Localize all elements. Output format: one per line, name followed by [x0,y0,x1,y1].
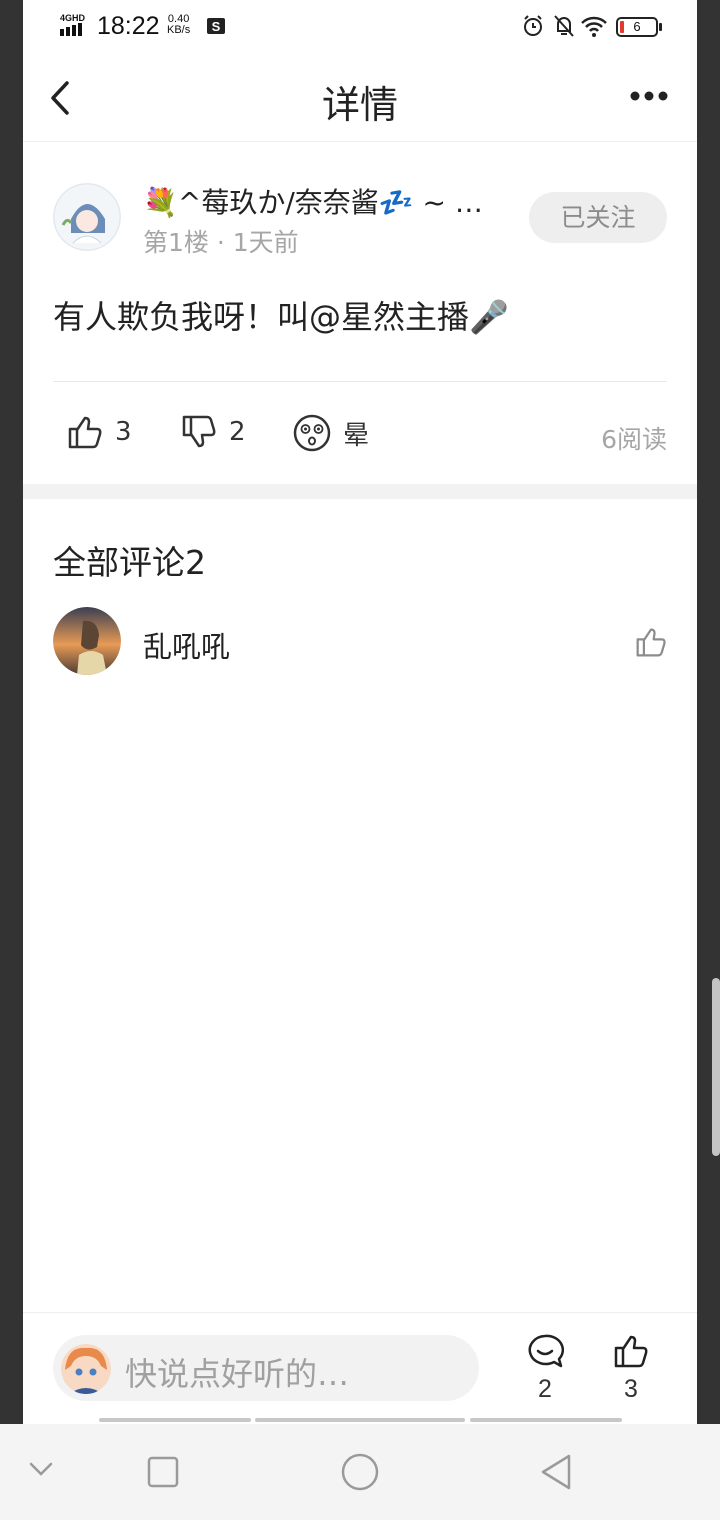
reaction-label: 晕 [343,420,370,451]
like-button[interactable]: 3 [67,414,132,450]
comments-count-button[interactable]: 2 [520,1333,570,1404]
more-options-icon[interactable] [629,90,669,102]
thumbs-up-icon [68,416,102,449]
bottom-like-button[interactable]: 3 [606,1333,656,1404]
dizzy-reaction-button[interactable]: 晕 [293,414,369,452]
battery-level-text: 6 [633,19,641,34]
status-bar: 4GHD 18:22 0.40 KB/s S 6 [23,0,697,54]
commenter-avatar-image [53,607,121,675]
bottom-comment-count: 2 [538,1375,552,1403]
tab-indicator [470,1418,622,1422]
follow-button[interactable]: 已关注 [529,192,667,243]
content-divider [53,381,667,382]
page-title: 详情 [321,83,398,127]
section-separator [23,484,697,499]
network-type-label: 4GHD [60,13,86,23]
bottom-bar: 快说点好听的… 2 3 [23,1312,697,1424]
commenter-name[interactable]: 乱吼吼 [143,624,230,666]
post-content: 有人欺负我呀！叫@星然主播🎤 [53,298,509,336]
back-triangle-icon[interactable] [538,1452,574,1492]
home-icon[interactable] [340,1452,380,1492]
network-speed: 0.40 KB/s [167,14,190,36]
thumbs-down-icon [182,415,216,448]
phone-screen: 4GHD 18:22 0.40 KB/s S 6 详情 💐^莓玖か/奈奈酱💤 ~… [23,0,697,1424]
dizzy-face-icon [293,414,331,452]
like-count: 3 [115,417,132,447]
speed-unit: KB/s [167,24,191,36]
dislike-button[interactable]: 2 [181,414,246,450]
author-avatar-image [53,183,121,251]
comment-input[interactable]: 快说点好听的… [53,1335,479,1401]
battery-indicator: 6 [616,17,662,37]
post-floor-time: 第1楼 · 1天前 [143,228,299,257]
chevron-down-icon[interactable] [28,1460,54,1478]
comment-input-placeholder: 快说点好听的… [125,1355,350,1393]
comment-like-icon[interactable] [635,626,667,658]
mute-bell-icon [554,15,574,37]
tab-indicator [99,1418,251,1422]
top-navbar: 详情 [23,54,697,142]
dislike-count: 2 [229,417,246,447]
app-notification-icon: S [207,18,225,34]
recent-apps-icon[interactable] [147,1456,179,1488]
system-navigation-bar [0,1424,720,1520]
svg-text:S: S [212,19,221,34]
bottom-like-count: 3 [624,1375,638,1403]
read-count: 6阅读 [601,425,667,454]
author-avatar[interactable] [53,183,121,251]
author-name[interactable]: 💐^莓玖か/奈奈酱💤 ~ … [143,181,483,221]
comment-avatar[interactable] [53,607,121,675]
status-time: 18:22 [97,12,160,40]
thumbs-up-icon [614,1335,648,1368]
my-avatar [61,1344,111,1394]
wifi-icon [581,16,607,37]
tab-indicator [255,1418,465,1422]
comment-bubble-icon [528,1334,565,1368]
alarm-icon [524,15,542,36]
my-avatar-image [61,1344,111,1394]
comments-section-title: 全部评论2 [53,543,206,582]
post-actions: 3 2 晕 6阅读 [23,410,697,458]
cellular-signal-icon: 4GHD [60,13,86,36]
battery-level-fill [620,21,624,33]
scrollbar[interactable] [712,978,720,1156]
